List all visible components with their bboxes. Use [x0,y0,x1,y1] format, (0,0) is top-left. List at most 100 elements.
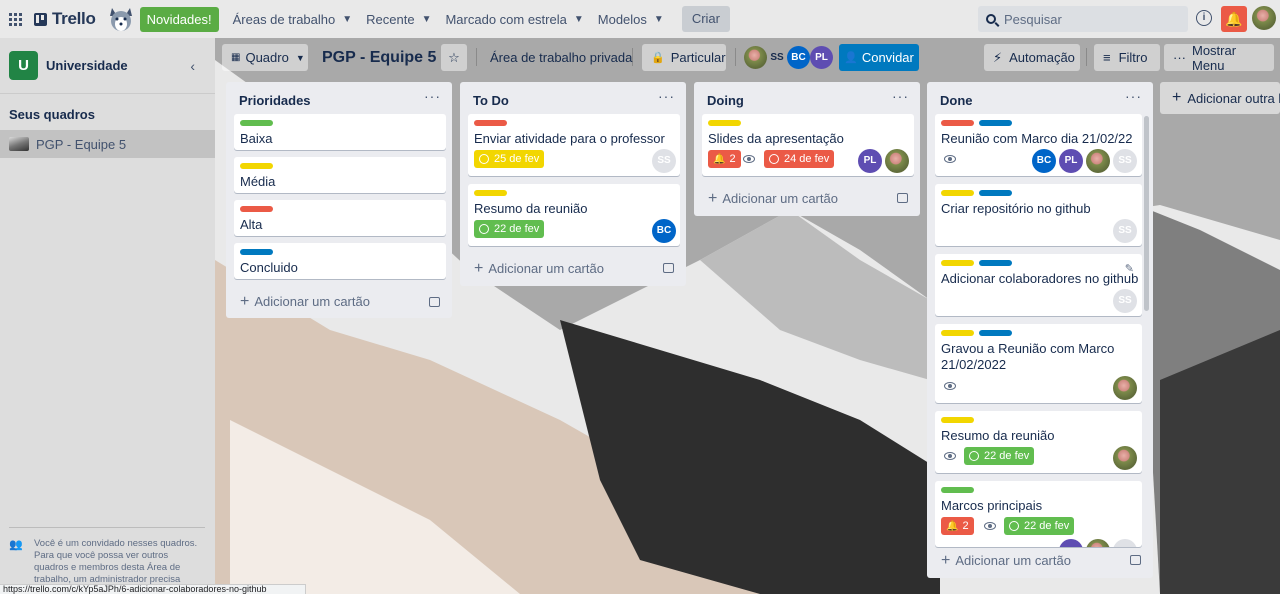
member-avatar-ss[interactable]: SS [766,46,788,69]
info-icon[interactable]: i [1196,10,1212,26]
due-date-badge[interactable]: 24 de fev [764,150,835,168]
starred-menu[interactable]: Marcado com estrela ▼ [445,6,583,32]
card-member-avatar-photo[interactable] [1086,539,1110,547]
show-menu-button[interactable]: ··· Mostrar Menu [1164,43,1274,73]
templates-menu[interactable]: Modelos ▼ [598,6,664,32]
card[interactable]: Concluido [234,243,446,279]
list-title[interactable]: Prioridades [239,93,311,108]
notification-badge[interactable]: 🔔 2 [708,150,741,168]
card[interactable]: Reunião com Marco dia 21/02/22 BC PL SS [935,114,1142,176]
card-member-avatar-photo[interactable] [1113,376,1137,400]
card-member-avatar[interactable]: BC [652,219,676,243]
card-member-avatar[interactable]: BC [1032,149,1056,173]
filter-icon: ≡ [1103,50,1111,65]
card-member-avatar[interactable]: SS [1113,289,1137,313]
invite-button[interactable]: 👤 Convidar [839,44,919,71]
notifications-bell-icon[interactable]: 🔔 [1221,6,1247,32]
list-title[interactable]: Doing [707,93,744,108]
list-menu-icon[interactable]: ··· [424,88,441,104]
brand-name: Trello [52,9,96,28]
workspace-logo[interactable]: U [9,51,38,80]
due-date-badge[interactable]: 22 de fev [1004,517,1075,535]
list-title[interactable]: To Do [473,93,509,108]
filter-button[interactable]: ≡ Filtro [1094,44,1160,71]
card-member-avatar[interactable] [1059,539,1083,547]
add-card-label: Adicionar um cartão [488,261,604,276]
label-yellow [941,417,974,423]
add-card-button[interactable]: + Adicionar um cartão [474,261,604,277]
due-date-text: 24 de fev [784,153,830,165]
visibility-button[interactable]: 🔒 Particular [642,44,726,71]
recent-menu[interactable]: Recente ▼ [366,6,431,32]
list-doing: Doing ··· Slides da apresentação 🔔 2 24 d… [694,82,920,216]
board-title[interactable]: PGP - Equipe 5 [322,49,436,67]
create-button[interactable]: Criar [681,6,730,32]
trello-logo[interactable]: Trello [34,9,96,29]
due-date-badge[interactable]: 22 de fev [474,220,545,238]
user-avatar[interactable] [1252,6,1276,30]
member-avatar-pl[interactable]: PL [810,46,833,69]
card-member-avatar-photo[interactable] [885,149,909,173]
card-member-avatar[interactable]: PL [1059,149,1083,173]
chevron-down-icon: ▼ [295,52,305,63]
automation-button[interactable]: ⚡ Automação [984,44,1080,71]
card-template-icon[interactable] [663,263,674,273]
search-input[interactable]: Pesquisar [978,6,1188,32]
card[interactable]: Resumo da reunião 22 de fev BC [468,184,680,246]
workspaces-menu[interactable]: Áreas de trabalho ▼ [233,6,353,32]
card[interactable]: Resumo da reunião 22 de fev [935,411,1142,473]
add-card-button[interactable]: + Adicionar um cartão [941,552,1071,569]
label-red [941,120,974,126]
add-card-button[interactable]: + Adicionar um cartão [240,294,370,310]
card[interactable]: Marcos principais 🔔 2 22 de fev [935,481,1142,547]
news-button[interactable]: Novidades! [139,6,219,32]
due-date-badge[interactable]: 25 de fev [474,150,545,168]
card-member-avatar[interactable] [1113,539,1137,547]
board-thumbnail [9,137,29,151]
apps-grid-icon[interactable] [9,12,23,26]
visibility-label: Particular [670,50,726,65]
card[interactable]: Gravou a Reunião com Marco 21/02/2022 [935,324,1142,403]
card[interactable]: Enviar atividade para o professor 25 de … [468,114,680,176]
list-menu-icon[interactable]: ··· [892,88,909,104]
workspace-visibility-button[interactable]: Área de trabalho privada [490,50,632,65]
member-avatar-bc[interactable]: BC [787,46,810,69]
list-menu-icon[interactable]: ··· [1125,88,1142,104]
card-member-avatar[interactable]: SS [1113,149,1137,173]
card[interactable]: ✎ Adicionar colaboradores no github SS [935,254,1142,316]
search-placeholder: Pesquisar [1004,11,1062,27]
due-date-badge[interactable]: 22 de fev [964,447,1035,465]
workspace-name[interactable]: Universidade [46,58,128,73]
card-member-avatar-photo[interactable] [1113,446,1137,470]
sidebar-board-item[interactable]: PGP - Equipe 5 [0,130,215,158]
card[interactable]: Criar repositório no github SS [935,184,1142,246]
card-member-avatar[interactable]: SS [652,149,676,173]
card[interactable]: Slides da apresentação 🔔 2 24 de fev PL [702,114,914,176]
notification-badge[interactable]: 🔔 2 [941,517,974,535]
card[interactable]: Alta [234,200,446,236]
star-board-icon[interactable]: ☆ [441,44,467,71]
add-list-button[interactable]: + Adicionar outra lista [1160,82,1280,114]
add-card-button[interactable]: + Adicionar um cartão [708,191,838,207]
card-member-avatar[interactable]: PL [858,149,882,173]
card-member-avatar-photo[interactable] [1086,149,1110,173]
card-title: Alta [240,217,263,232]
collapse-sidebar-icon[interactable]: ‹ [190,58,195,74]
list-scrollbar[interactable] [1144,116,1149,311]
board-view-switcher[interactable]: ▦ Quadro ▼ [222,44,308,71]
card[interactable]: Média [234,157,446,193]
card-template-icon[interactable] [429,297,440,307]
plus-icon: + [941,552,951,569]
card-title: Slides da apresentação [708,131,844,146]
husky-mascot-icon [109,8,132,31]
watch-eye-icon [984,522,996,530]
card-member-avatar[interactable]: SS [1113,219,1137,243]
card-template-icon[interactable] [897,193,908,203]
member-avatar-photo[interactable] [744,46,767,69]
card-template-icon[interactable] [1130,555,1141,565]
card-title: Criar repositório no github [941,201,1091,216]
list-menu-icon[interactable]: ··· [658,88,675,104]
card[interactable]: Baixa [234,114,446,150]
list-title[interactable]: Done [940,93,973,108]
card-title: Adicionar colaboradores no github [941,271,1139,286]
